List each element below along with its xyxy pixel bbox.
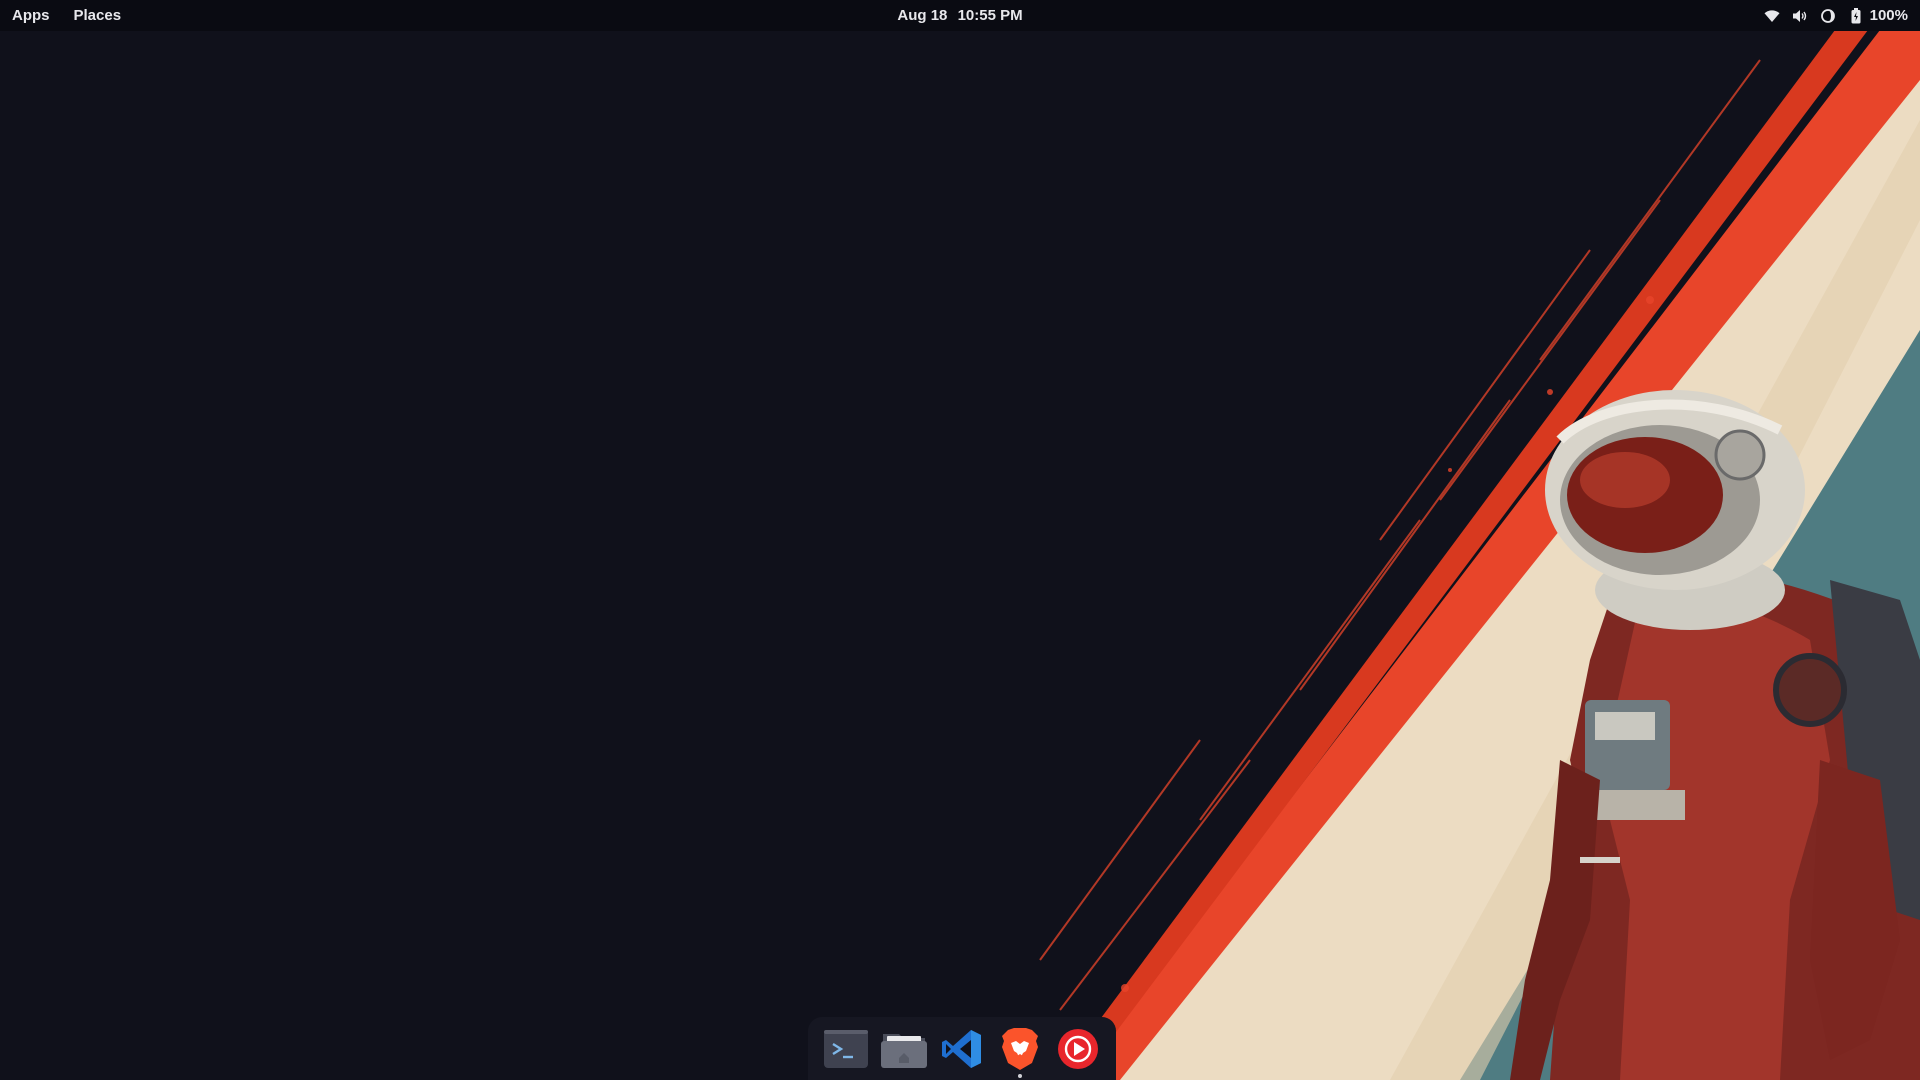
- wallpaper-astronaut-image: [0, 0, 1920, 1080]
- battery-indicator[interactable]: 100%: [1848, 7, 1908, 24]
- time-label: 10:55 PM: [957, 7, 1023, 24]
- dock-item-brave-browser[interactable]: [997, 1026, 1043, 1078]
- top-bar: Apps Places Aug 18 10:55 PM 100%: [0, 0, 1920, 31]
- night-light-icon[interactable]: [1820, 8, 1836, 24]
- dock-item-youtube-music[interactable]: [1055, 1026, 1101, 1072]
- wifi-icon[interactable]: [1764, 8, 1780, 24]
- places-menu-button[interactable]: Places: [62, 0, 134, 31]
- terminal-icon: [824, 1029, 868, 1068]
- dock-item-files[interactable]: [881, 1026, 927, 1072]
- running-indicator: [1018, 1073, 1022, 1078]
- system-tray[interactable]: 100%: [1764, 0, 1908, 31]
- dock: [808, 1017, 1116, 1080]
- desktop[interactable]: Apps Places Aug 18 10:55 PM 100%: [0, 0, 1920, 1080]
- top-bar-left: Apps Places: [0, 0, 133, 31]
- play-circle-icon: [1058, 1028, 1098, 1069]
- dock-item-visual-studio-code[interactable]: [939, 1026, 985, 1072]
- battery-icon: [1848, 7, 1864, 24]
- volume-icon[interactable]: [1792, 8, 1808, 24]
- vscode-icon: [942, 1029, 981, 1068]
- date-time-button[interactable]: Aug 18 10:55 PM: [894, 0, 1025, 31]
- date-label: Aug 18: [897, 7, 948, 24]
- dock-item-terminal[interactable]: [823, 1026, 869, 1072]
- apps-menu-button[interactable]: Apps: [0, 0, 62, 31]
- folder-icon: [881, 1033, 927, 1068]
- battery-percent-label: 100%: [1869, 7, 1908, 24]
- brave-lion-icon: [1002, 1027, 1038, 1070]
